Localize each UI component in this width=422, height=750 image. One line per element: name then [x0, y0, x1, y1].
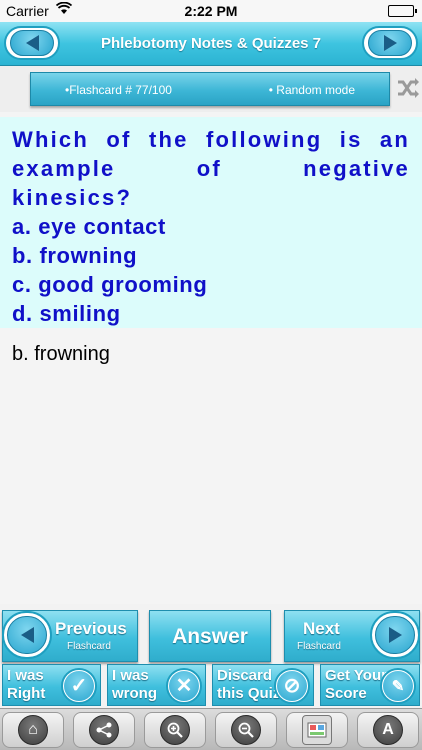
wrong-label: I was wrong — [112, 667, 157, 702]
back-button[interactable] — [4, 26, 60, 60]
option-c: c. good grooming — [12, 272, 208, 297]
share-button[interactable] — [73, 712, 135, 748]
zoom-in-icon — [160, 715, 190, 745]
x-mark-icon: ✕ — [166, 668, 202, 704]
option-a: a. eye contact — [12, 214, 166, 239]
next-arrow-button[interactable] — [370, 611, 420, 659]
zoom-out-icon — [231, 715, 261, 745]
arrow-left-icon — [25, 35, 39, 51]
action-row: I was Right ✓ I was wrong ✕ Discard this Qu… — [0, 664, 422, 706]
answer-button[interactable]: Answer — [149, 610, 271, 662]
page-title: Phlebotomy Notes & Quizzes 7 — [100, 35, 322, 52]
previous-label: Previous — [55, 619, 127, 638]
previous-sublabel: Flashcard — [67, 641, 111, 652]
score-label: Get Your Score — [325, 667, 387, 702]
clock: 2:22 PM — [184, 3, 238, 19]
next-label: Next — [303, 619, 340, 638]
i-was-wrong-button[interactable]: I was wrong ✕ — [107, 664, 206, 706]
mode-label: • Random mode — [268, 83, 355, 97]
shuffle-icon[interactable] — [396, 76, 420, 102]
share-icon — [89, 715, 119, 745]
bottom-toolbar: ⌂ A — [0, 708, 422, 750]
option-d: d. smiling — [12, 301, 121, 326]
info-strip: •Flashcard # 77/100 • Random mode — [0, 66, 422, 112]
score-icon: ✎ — [380, 668, 416, 704]
i-was-right-button[interactable]: I was Right ✓ — [2, 664, 101, 706]
nav-row: Previous Flashcard Answer Next Flashcard — [0, 604, 422, 662]
font-button[interactable]: A — [357, 712, 419, 748]
checkmark-icon: ✓ — [61, 668, 97, 704]
flashcard-counter: •Flashcard # 77/100 — [65, 83, 172, 97]
battery-icon — [388, 5, 417, 17]
forward-button[interactable] — [362, 26, 418, 60]
next-sublabel: Flashcard — [297, 641, 341, 652]
discard-quiz-button[interactable]: Discard this Quiz ⊘ — [212, 664, 314, 706]
right-label: I was Right — [7, 667, 46, 702]
arrow-left-icon — [20, 627, 34, 643]
app-header: Phlebotomy Notes & Quizzes 7 — [0, 22, 422, 66]
answer-text: b. frowning — [12, 343, 110, 365]
zoom-in-button[interactable] — [144, 712, 206, 748]
flashcard-info-box: •Flashcard # 77/100 • Random mode — [30, 72, 390, 106]
arrow-right-icon — [383, 35, 397, 51]
previous-arrow-button[interactable] — [2, 611, 52, 659]
option-b: b. frowning — [12, 243, 138, 268]
question-text: Which of the following is an example of … — [12, 127, 410, 210]
image-button[interactable] — [286, 712, 348, 748]
question-card: Which of the following is an example of … — [0, 117, 422, 328]
get-score-button[interactable]: Get Your Score ✎ — [320, 664, 420, 706]
no-entry-icon: ⊘ — [274, 668, 310, 704]
zoom-out-button[interactable] — [215, 712, 277, 748]
discard-label: Discard this Quiz — [217, 667, 281, 702]
status-bar: Carrier 2:22 PM — [0, 0, 422, 22]
home-button[interactable]: ⌂ — [2, 712, 64, 748]
font-icon: A — [373, 715, 403, 745]
image-icon — [302, 715, 332, 745]
home-icon: ⌂ — [18, 715, 48, 745]
arrow-right-icon — [388, 627, 402, 643]
answer-label: Answer — [172, 625, 248, 648]
